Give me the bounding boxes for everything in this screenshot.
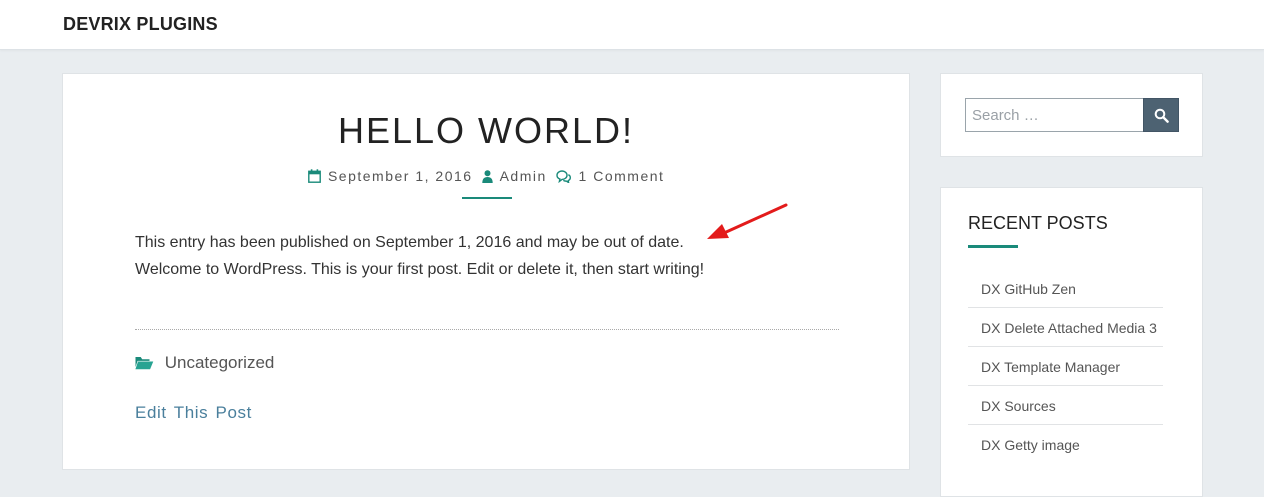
- list-item: DX Getty image: [968, 426, 1163, 464]
- search-icon: [1154, 108, 1169, 123]
- list-item: DX Template Manager: [968, 348, 1163, 386]
- comments-icon: [556, 170, 572, 186]
- content-divider: [135, 329, 839, 330]
- post-date-link[interactable]: September 1, 2016: [328, 168, 473, 184]
- list-item: DX Sources: [968, 387, 1163, 425]
- recent-posts-accent-underline: [968, 245, 1018, 248]
- post-comments-link[interactable]: 1 Comment: [579, 168, 665, 184]
- search-button[interactable]: [1143, 98, 1179, 132]
- folder-open-icon: [134, 355, 155, 375]
- annotation-arrow-icon: [707, 203, 788, 239]
- post-author-link[interactable]: Admin: [500, 168, 547, 184]
- site-header: DEVRIX PLUGINS: [0, 0, 1264, 50]
- recent-posts-title: RECENT POSTS: [968, 213, 1108, 233]
- post-body-text: Welcome to WordPress. This is your first…: [135, 261, 705, 278]
- list-item: DX GitHub Zen: [968, 270, 1163, 308]
- edit-post-link[interactable]: Edit This Post: [135, 403, 252, 423]
- category-link[interactable]: Uncategorized: [165, 353, 275, 372]
- user-icon: [482, 170, 493, 186]
- post-category: Uncategorized: [134, 353, 275, 375]
- recent-post-link[interactable]: DX Template Manager: [981, 359, 1120, 375]
- recent-post-link[interactable]: DX Delete Attached Media 3: [981, 320, 1157, 336]
- meta-accent-underline: [462, 197, 512, 199]
- recent-post-link[interactable]: DX Sources: [981, 398, 1056, 414]
- list-item: DX Delete Attached Media 3: [968, 309, 1163, 347]
- recent-post-link[interactable]: DX GitHub Zen: [981, 281, 1076, 297]
- calendar-icon: [307, 169, 321, 186]
- recent-post-link[interactable]: DX Getty image: [981, 437, 1080, 453]
- post-meta: September 1, 2016 Admin 1 Comment: [0, 168, 972, 186]
- post-title: HELLO WORLD!: [337, 110, 635, 151]
- search-input[interactable]: [965, 98, 1145, 132]
- recent-posts-list: DX GitHub Zen DX Delete Attached Media 3…: [968, 270, 1163, 464]
- site-title-link[interactable]: DEVRIX PLUGINS: [63, 14, 218, 35]
